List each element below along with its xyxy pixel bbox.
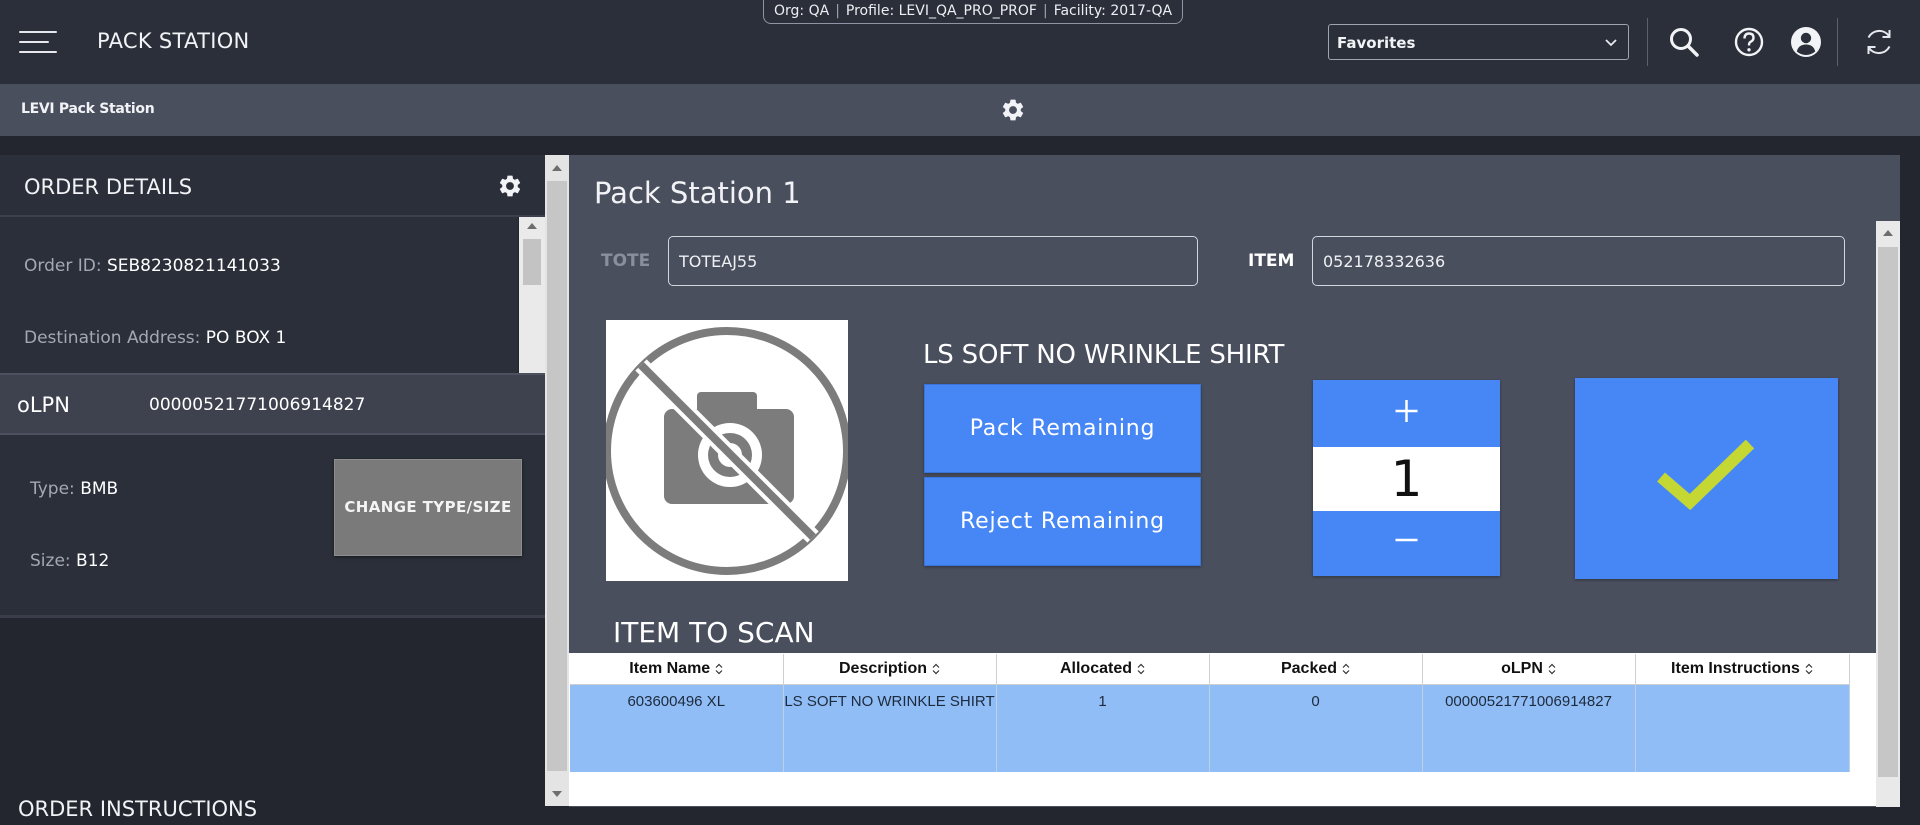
favorites-dropdown[interactable]: Favorites <box>1328 24 1629 60</box>
order-id-field: Order ID: SEB8230821141033 <box>24 256 281 276</box>
context-indicator[interactable]: Org: QA | Profile: LEVI_QA_PRO_PROF | Facili… <box>763 0 1184 24</box>
cell-olpn: 00000521771006914827 <box>1422 684 1636 772</box>
order-instructions-title: ORDER INSTRUCTIONS <box>18 797 258 821</box>
order-details-body: Order ID: SEB8230821141033 Destination A… <box>0 217 518 373</box>
sort-icon <box>1342 663 1350 674</box>
user-account-icon[interactable] <box>1788 24 1824 60</box>
item-label: ITEM <box>1248 251 1295 271</box>
increment-button[interactable] <box>1313 380 1500 446</box>
table-row[interactable]: 603600496 XL LS SOFT NO WRINKLE SHIRT 1 … <box>570 684 1850 772</box>
olpn-row: oLPN 00000521771006914827 <box>0 373 545 435</box>
olpn-value: 00000521771006914827 <box>149 395 366 415</box>
org-label: Org: QA <box>774 3 830 19</box>
sort-icon <box>1137 663 1145 674</box>
sort-icon <box>1805 663 1813 674</box>
left-panel-scrollbar[interactable] <box>545 155 569 806</box>
top-header: PACK STATION Org: QA | Profile: LEVI_QA_PR… <box>0 0 1920 84</box>
order-id-value: SEB8230821141033 <box>106 256 281 276</box>
gear-icon[interactable] <box>497 173 523 199</box>
cell-item-name: 603600496 XL <box>570 684 784 772</box>
cell-packed: 0 <box>1209 684 1423 772</box>
change-type-size-button[interactable]: CHANGE TYPE/SIZE <box>334 459 522 556</box>
sort-icon <box>715 663 723 674</box>
type-field: Type: BMB <box>30 479 118 499</box>
table-header-row: Item Name Description Allocated Packed o… <box>570 654 1850 685</box>
quantity-value[interactable]: 1 <box>1313 447 1500 511</box>
olpn-label: oLPN <box>17 393 70 417</box>
sub-header: LEVI Pack Station <box>0 84 1920 136</box>
main-panel-scrollbar[interactable] <box>1876 221 1900 807</box>
column-header-olpn[interactable]: oLPN <box>1422 654 1636 685</box>
item-description: LS SOFT NO WRINKLE SHIRT <box>923 340 1285 370</box>
size-value: B12 <box>76 551 110 571</box>
scroll-up-arrow-icon[interactable] <box>527 223 537 229</box>
chevron-down-icon <box>1605 39 1617 47</box>
order-details-scrollbar[interactable] <box>519 217 545 373</box>
pack-remaining-button[interactable]: Pack Remaining <box>924 384 1201 473</box>
type-value: BMB <box>80 479 119 499</box>
app-title: PACK STATION <box>97 29 250 53</box>
column-header-item-instructions[interactable]: Item Instructions <box>1635 654 1850 685</box>
tote-label: TOTE <box>601 251 651 271</box>
cell-item-instructions <box>1635 684 1850 772</box>
column-header-item-name[interactable]: Item Name <box>570 654 784 685</box>
destination-field: Destination Address: PO BOX 1 <box>24 328 286 348</box>
item-to-scan-table: Item Name Description Allocated Packed o… <box>570 654 1850 772</box>
scroll-up-arrow-icon[interactable] <box>1883 230 1893 236</box>
profile-label: Profile: LEVI_QA_PRO_PROF <box>845 3 1037 19</box>
pack-station-title: Pack Station 1 <box>594 176 801 210</box>
destination-label: Destination Address: <box>24 328 201 348</box>
sort-icon <box>932 663 940 674</box>
reject-remaining-button[interactable]: Reject Remaining <box>924 477 1201 566</box>
checkmark-icon <box>1657 439 1755 511</box>
type-label: Type: <box>30 479 75 499</box>
cell-allocated: 1 <box>996 684 1210 772</box>
search-icon[interactable] <box>1666 24 1702 60</box>
order-details-header: ORDER DETAILS <box>0 155 545 217</box>
column-header-packed[interactable]: Packed <box>1209 654 1423 685</box>
scroll-up-arrow-icon[interactable] <box>552 165 562 171</box>
scroll-down-arrow-icon[interactable] <box>552 791 562 797</box>
minus-icon <box>1395 538 1418 542</box>
column-header-description[interactable]: Description <box>783 654 997 685</box>
scrollbar-thumb[interactable] <box>547 181 567 771</box>
menu-icon[interactable] <box>19 31 57 53</box>
help-icon[interactable] <box>1731 24 1767 60</box>
item-image <box>603 320 851 581</box>
sort-icon <box>1548 663 1556 674</box>
gear-icon[interactable] <box>1000 97 1026 123</box>
scrollbar-thumb[interactable] <box>1878 247 1898 777</box>
column-header-allocated[interactable]: Allocated <box>996 654 1210 685</box>
order-id-label: Order ID: <box>24 256 102 276</box>
destination-value: PO BOX 1 <box>205 328 287 348</box>
refresh-icon[interactable] <box>1861 24 1897 60</box>
size-field: Size: B12 <box>30 551 109 571</box>
confirm-pack-button[interactable] <box>1575 378 1838 579</box>
header-divider <box>1647 18 1648 66</box>
cell-description: LS SOFT NO WRINKLE SHIRT <box>783 684 997 772</box>
no-image-camera-icon <box>603 327 851 575</box>
item-input[interactable] <box>1312 236 1845 286</box>
quantity-stepper: 1 <box>1313 380 1500 576</box>
tote-input[interactable] <box>668 236 1198 286</box>
station-name: LEVI Pack Station <box>21 101 155 117</box>
item-to-scan-title: ITEM TO SCAN <box>613 616 815 649</box>
decrement-button[interactable] <box>1313 511 1500 576</box>
favorites-value: Favorites <box>1337 34 1416 52</box>
facility-label: Facility: 2017-QA <box>1053 3 1173 19</box>
header-divider <box>1837 18 1838 66</box>
plus-icon <box>1395 400 1418 422</box>
size-label: Size: <box>30 551 71 571</box>
scrollbar-thumb[interactable] <box>523 239 541 285</box>
order-details-title: ORDER DETAILS <box>24 175 193 199</box>
